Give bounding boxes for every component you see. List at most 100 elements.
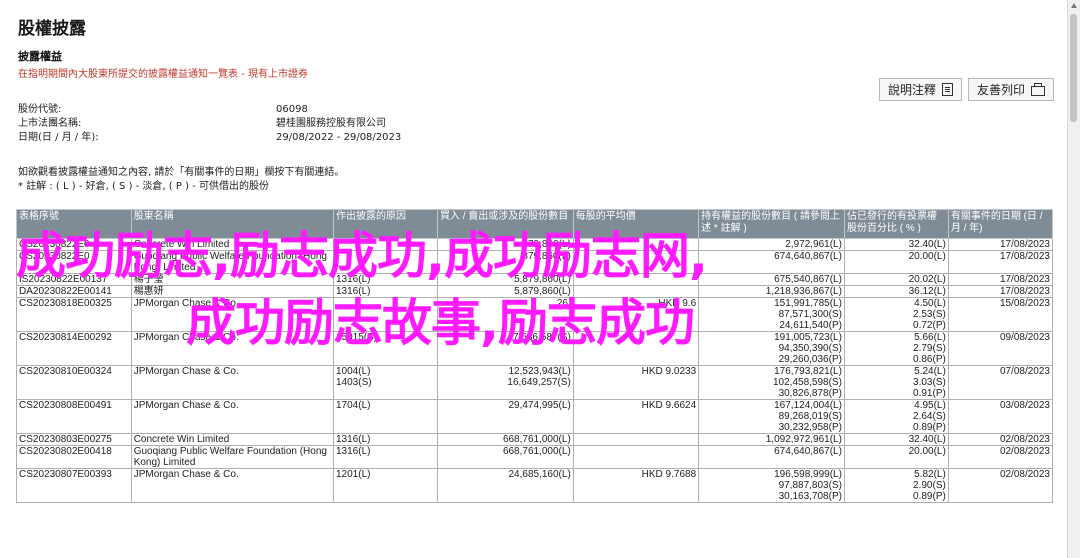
shares-involved-cell: 668,761,000(L)	[436, 433, 574, 446]
percentage-cell: 4.95(L) 2.64(S) 0.89(P)	[843, 399, 949, 434]
form-no-cell: CS20230810E00324	[16, 365, 132, 400]
percentage-cell: 5.24(L) 3.03(S) 0.91(P)	[843, 365, 949, 400]
vertical-scrollbar[interactable]	[1067, 0, 1080, 558]
event-date-cell[interactable]: 17/08/2023	[947, 285, 1054, 298]
instructions-line-2: * 註解 : ( L ) - 好倉, ( S ) - 淡倉, ( P ) - 可…	[18, 181, 269, 192]
instructions: 如欲觀看披露權益通知之內容, 請於「有關事件的日期」欄按下有關連結。 * 註解 …	[18, 166, 344, 194]
form-no-cell: IS20230822E00137	[16, 273, 132, 286]
page-title: 股權披露	[18, 19, 86, 39]
shareholder-cell: JPMorgan Chase & Co.	[130, 399, 335, 434]
reason-cell	[333, 238, 438, 251]
form-no-cell: CS20230818E00325	[16, 297, 132, 332]
shareholder-cell: Guoqiang Public Welfare Foundation (Hong…	[130, 445, 335, 469]
interest-shares-cell: 1,092,972,961(L)	[698, 433, 845, 446]
interest-shares-cell: 151,991,785(L) 87,571,300(S) 24,611,540(…	[698, 297, 845, 332]
header-event-date: 有關事件的日期 (日 / 月 / 年)	[947, 209, 1054, 239]
shares-involved-cell: 879,860(L)	[436, 238, 574, 251]
table-row: CS20230818E00325 JPMorgan Chase & Co. 26, H…	[16, 297, 1054, 332]
table-row: CS20230822E0 Concrete Win Limited 879,860(…	[16, 238, 1054, 251]
shares-involved-cell: 5,879,860(L)	[436, 273, 574, 286]
table-row: CS20230822E0 Guoqiang Public Welfare Foun…	[16, 250, 1054, 274]
reason-cell	[333, 297, 438, 332]
form-no-cell: CS20230822E0	[16, 250, 132, 274]
reason-cell: 1201(L)	[333, 468, 438, 503]
notes-button[interactable]: 說明注釋	[878, 78, 962, 101]
event-date-cell[interactable]: 02/08/2023	[947, 445, 1054, 469]
reason-cell: 1316(L)	[333, 445, 438, 469]
header-reason: 作出披露的原因	[333, 209, 438, 239]
shareholder-cell: 楊惠妍	[130, 285, 335, 298]
percentage-cell: 20.00(L)	[843, 250, 949, 274]
avg-price-cell: HKD 9.6	[572, 297, 700, 332]
stock-info: 股份代號: 06098 上市法團名稱: 碧桂園服務控股有限公司 日期(日 / 月 /…	[18, 103, 401, 145]
avg-price-cell: HKD 9.6624	[572, 399, 700, 434]
company-label: 上市法團名稱:	[18, 118, 82, 129]
interest-shares-cell: 196,598,999(L) 97,887,803(S) 30,163,708(…	[698, 468, 845, 503]
scrollbar-thumb[interactable]	[1070, 14, 1077, 122]
print-button-label: 友善列印	[976, 83, 1025, 97]
table-row: CS20230810E00324 JPMorgan Chase & Co. 1004…	[16, 365, 1054, 400]
printer-icon	[1031, 83, 1045, 96]
shares-involved-cell: 24,685,160(L)	[436, 468, 574, 503]
form-no-cell: CS20230803E00275	[16, 433, 132, 446]
interest-shares-cell: 2,972,961(L)	[698, 238, 845, 251]
header-percentage: 佔已發行的有投票權股份百分比 ( % )	[843, 209, 949, 239]
date-value: 29/08/2022 - 29/08/2023	[276, 132, 402, 143]
shares-involved-cell: 5,879,860(L)	[436, 285, 574, 298]
form-no-cell: CS20230822E0	[16, 238, 132, 251]
notes-button-label: 說明注釋	[887, 83, 936, 97]
reason-cell: 1316(L)	[333, 273, 438, 286]
interest-shares-cell: 674,640,867(L)	[698, 250, 845, 274]
avg-price-cell	[572, 273, 700, 286]
header-shareholder: 股東名稱	[130, 209, 335, 239]
stock-code-label: 股份代號:	[18, 104, 62, 115]
percentage-cell: 5.66(L) 2.79(S) 0.86(P)	[843, 331, 949, 366]
reason-cell: 1316(L)	[333, 433, 438, 446]
percentage-cell: 32.40(L)	[843, 433, 949, 446]
event-date-cell[interactable]: 17/08/2023	[947, 238, 1054, 251]
percentage-cell: 5.82(L) 2.90(S) 0.89(P)	[843, 468, 949, 503]
event-date-cell[interactable]: 02/08/2023	[947, 433, 1054, 446]
interest-shares-cell: 1,218,936,867(L)	[698, 285, 845, 298]
header-avg-price: 每股的平均價	[572, 209, 700, 239]
shareholder-cell: JPMorgan Chase & Co.	[130, 297, 335, 332]
shares-involved-cell: 879,860(L)	[436, 250, 574, 274]
percentage-cell: 20.02(L)	[843, 273, 949, 286]
shareholder-cell: JPMorgan Chase & Co.	[130, 331, 335, 366]
table-row: CS20230808E00491 JPMorgan Chase & Co. 1704…	[16, 399, 1054, 434]
event-date-cell[interactable]: 09/08/2023	[947, 331, 1054, 366]
scroll-up-arrow-icon[interactable]	[1071, 3, 1077, 8]
shares-involved-cell: 668,761,000(L)	[436, 445, 574, 469]
print-button[interactable]: 友善列印	[967, 78, 1054, 101]
avg-price-cell	[572, 433, 700, 446]
form-no-cell: CS20230802E00418	[16, 445, 132, 469]
form-no-cell: DA20230822E00141	[16, 285, 132, 298]
event-date-cell[interactable]: 03/08/2023	[947, 399, 1054, 434]
reason-cell: 1316(L)	[333, 285, 438, 298]
event-date-cell[interactable]: 07/08/2023	[947, 365, 1054, 400]
shareholder-cell: Concrete Win Limited	[130, 433, 335, 446]
avg-price-cell	[572, 238, 700, 251]
event-date-cell[interactable]: 15/08/2023	[947, 297, 1054, 332]
form-no-cell: CS20230808E00491	[16, 399, 132, 434]
interest-shares-cell: 176,793,821(L) 102,458,598(S) 30,826,878…	[698, 365, 845, 400]
reason-cell: 1004(L) 1403(S)	[333, 365, 438, 400]
shareholder-cell: Guoqiang Public Welfare Foundation (Hong…	[130, 250, 335, 274]
event-date-cell[interactable]: 17/08/2023	[947, 273, 1054, 286]
event-date-cell[interactable]: 02/08/2023	[947, 468, 1054, 503]
interest-shares-cell: 675,540,867(L)	[698, 273, 845, 286]
shares-involved-cell: 26,	[436, 297, 574, 332]
section-title: 披露權益	[18, 50, 62, 63]
avg-price-cell	[572, 250, 700, 274]
shareholder-cell: JPMorgan Chase & Co.	[130, 468, 335, 503]
event-date-cell[interactable]: 17/08/2023	[947, 250, 1054, 274]
shares-involved-cell: 7,636,587(S)	[436, 331, 574, 366]
avg-price-cell	[572, 331, 700, 366]
company-value: 碧桂園服務控股有限公司	[276, 118, 386, 129]
percentage-cell: 36.12(L)	[843, 285, 949, 298]
page-subtitle: 在指明期間內大股東所提交的披露權益通知一覽表 - 現有上市證券	[18, 69, 308, 80]
table-row: CS20230807E00393 JPMorgan Chase & Co. 1201…	[16, 468, 1054, 503]
percentage-cell: 32.40(L)	[843, 238, 949, 251]
reason-cell	[333, 250, 438, 274]
table-row: CS20230803E00275 Concrete Win Limited 1316…	[16, 433, 1054, 446]
